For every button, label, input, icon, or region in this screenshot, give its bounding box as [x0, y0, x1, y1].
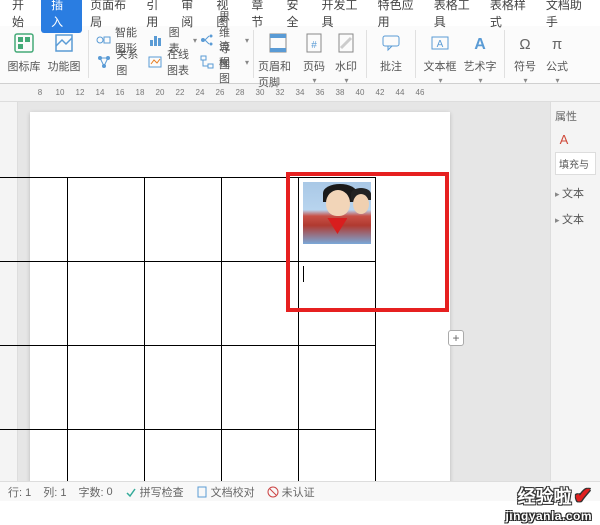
textbox-button[interactable]: A 文本框▾: [420, 28, 460, 85]
table-add-button[interactable]: +: [448, 330, 464, 346]
table-row[interactable]: [0, 346, 376, 430]
table-cell[interactable]: [145, 262, 222, 346]
wordart-button[interactable]: A 艺术字▾: [460, 28, 500, 85]
table-cell[interactable]: [0, 262, 68, 346]
relation-icon: [95, 52, 112, 72]
student-photo[interactable]: [303, 182, 371, 244]
properties-tab-icon[interactable]: A: [555, 130, 596, 148]
mindmap-icon: [199, 30, 215, 50]
status-wordcount[interactable]: 字数: 0: [78, 484, 112, 500]
status-row: 行: 1: [8, 484, 31, 500]
onlinechart-icon: [147, 52, 163, 72]
uncert-icon: [267, 486, 279, 498]
text-caret: [303, 266, 304, 282]
pagenum-icon: #: [301, 30, 327, 56]
docfix-icon: [196, 486, 208, 498]
table-cell[interactable]: [68, 178, 145, 262]
svg-text:#: #: [311, 40, 317, 51]
symbol-button[interactable]: Ω 符号▾: [509, 28, 541, 85]
watermark-icon: [333, 30, 359, 56]
table-cell[interactable]: [299, 346, 376, 430]
status-col: 列: 1: [43, 484, 66, 500]
svg-text:π: π: [552, 36, 562, 53]
watermark-button[interactable]: 水印▾: [330, 28, 362, 85]
table-cell[interactable]: [145, 346, 222, 430]
horizontal-ruler[interactable]: 8 10 12 14 16 18 20 22 24 26 28 30 32 34…: [0, 84, 600, 102]
properties-panel: 属性 A 填充与 文本 文本: [550, 102, 600, 497]
table-row[interactable]: [0, 178, 376, 262]
headerfooter-icon: [265, 30, 291, 56]
status-uncertified[interactable]: 未认证: [267, 484, 315, 500]
table-cell[interactable]: [145, 178, 222, 262]
wordart-icon: A: [467, 30, 493, 56]
table-cell[interactable]: [0, 346, 68, 430]
features-button[interactable]: 功能图: [44, 28, 84, 74]
properties-item-text2[interactable]: 文本: [555, 211, 596, 227]
iconlib-button[interactable]: 图标库: [4, 28, 44, 74]
table-row[interactable]: [0, 262, 376, 346]
spellcheck-icon: [125, 486, 137, 498]
properties-tab-fill[interactable]: 填充与: [555, 152, 596, 175]
svg-text:A: A: [474, 36, 486, 53]
comment-button[interactable]: 批注: [371, 28, 411, 74]
onlinechart-button[interactable]: 在线图表: [145, 50, 197, 72]
document-table[interactable]: [0, 177, 376, 497]
properties-header: 属性: [555, 108, 596, 124]
comment-icon: [378, 30, 404, 56]
pagenum-button[interactable]: # 页码▾: [298, 28, 330, 85]
menu-bar: 开始 插入 页面布局 引用 审阅 视图 章节 安全 开发工具 特色应用 表格工具…: [0, 0, 600, 26]
workspace: + 属性 A 填充与 文本 文本: [0, 102, 600, 497]
formula-button[interactable]: π 公式▾: [541, 28, 573, 85]
table-cell[interactable]: [68, 262, 145, 346]
flowchart-icon: [199, 52, 215, 72]
table-cell[interactable]: [222, 346, 299, 430]
table-cell[interactable]: [222, 178, 299, 262]
svg-text:A: A: [560, 132, 569, 147]
status-docfix[interactable]: 文档校对: [196, 484, 255, 500]
watermark: 经验啦✔ jingyanla.com: [505, 483, 592, 523]
iconlib-icon: [11, 30, 37, 56]
svg-text:A: A: [437, 39, 444, 50]
textbox-icon: A: [427, 30, 453, 56]
symbol-icon: Ω: [512, 30, 538, 56]
svg-text:Ω: Ω: [519, 36, 530, 53]
document-page[interactable]: +: [30, 112, 450, 497]
ribbon-toolbar: 图标库 功能图 智能图形 关系图 图表▾ 在线图表 思维导图▾: [0, 26, 600, 84]
features-label: 功能图: [48, 58, 81, 74]
active-cell[interactable]: [299, 262, 376, 346]
relation-button[interactable]: 关系图: [93, 50, 145, 72]
check-icon: ✔: [574, 483, 592, 509]
flowchart-button[interactable]: 流程图▾: [197, 50, 249, 72]
table-cell[interactable]: [0, 178, 68, 262]
headerfooter-button[interactable]: 页眉和页脚: [258, 28, 298, 90]
formula-icon: π: [544, 30, 570, 56]
status-spellcheck[interactable]: 拼写检查: [125, 484, 184, 500]
photo-cell[interactable]: [299, 178, 376, 262]
features-icon: [51, 30, 77, 56]
chart-icon: [147, 30, 165, 50]
properties-item-text1[interactable]: 文本: [555, 185, 596, 201]
document-area: +: [0, 102, 550, 497]
table-cell[interactable]: [222, 262, 299, 346]
smartshape-icon: [95, 30, 111, 50]
iconlib-label: 图标库: [8, 58, 41, 74]
table-cell[interactable]: [68, 346, 145, 430]
